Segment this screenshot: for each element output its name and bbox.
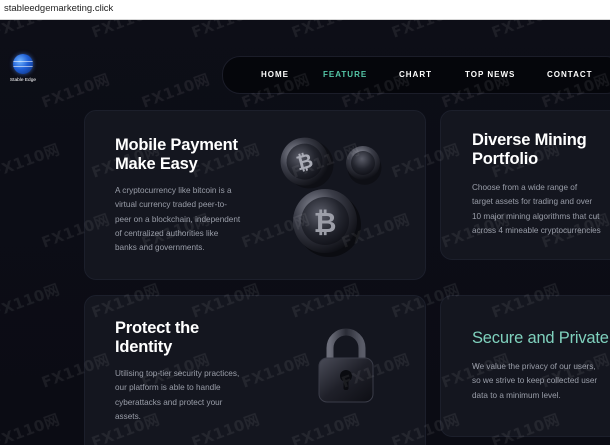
nav-item-feature[interactable]: FEATURE <box>323 70 367 79</box>
brand-logo[interactable]: Stable Edge <box>6 54 40 94</box>
watermark-text: FX110网 <box>0 410 63 445</box>
feature-description-line: across 4 mineable cryptocurrencies <box>472 225 601 235</box>
feature-title: Diverse Mining Portfolio <box>472 131 587 169</box>
feature-description-line: peer on a blockchain, independent <box>115 214 241 224</box>
globe-icon <box>13 54 33 74</box>
feature-description-line: A cryptocurrency like bitcoin is a <box>115 186 232 195</box>
feature-title: Protect the Identity <box>115 319 199 357</box>
nav-item-chart[interactable]: CHART <box>399 70 432 79</box>
feature-card-secure-private: Secure and Private We value the privacy … <box>440 295 610 437</box>
main-nav: HOME FEATURE CHART TOP NEWS CONTACT <box>222 56 610 94</box>
feature-description: A cryptocurrency like bitcoin is a virtu… <box>115 184 265 255</box>
feature-title-line: Secure and Private <box>472 329 609 347</box>
padlock-icon <box>318 328 374 403</box>
feature-description-line: data to a minimum level. <box>472 390 561 400</box>
watermark-text: FX110网 <box>139 70 213 112</box>
feature-card-mobile-payment: Mobile Payment Make Easy A cryptocurrenc… <box>84 110 426 280</box>
feature-description-line: Utilising top-tier security practices, <box>115 369 240 378</box>
feature-title-line: Make Easy <box>115 155 198 173</box>
feature-description-line: so we strive to keep collected user <box>472 376 598 386</box>
feature-description: Choose from a wide range of target asset… <box>472 181 610 238</box>
feature-title: Secure and Private <box>472 329 609 348</box>
address-bar[interactable]: stableedgemarketing.click <box>0 0 610 20</box>
feature-description-line: of centralized authorities like <box>115 228 219 238</box>
nav-item-contact[interactable]: CONTACT <box>547 70 593 79</box>
feature-description-line: 10 major mining algorithms that cut <box>472 211 600 221</box>
feature-description-line: Choose from a wide range of <box>472 183 578 192</box>
feature-title-line: Identity <box>115 338 173 356</box>
address-bar-url[interactable]: stableedgemarketing.click <box>4 3 113 14</box>
feature-description-line: target assets for trading and over <box>472 197 593 207</box>
feature-description-line: We value the privacy of our users, <box>472 362 596 371</box>
feature-description-line: our platform is able to handle <box>115 383 221 393</box>
feature-title: Mobile Payment Make Easy <box>115 136 238 174</box>
feature-description: Utilising top-tier security practices, o… <box>115 367 265 424</box>
feature-title-line: Protect the <box>115 319 199 337</box>
feature-title-line: Mobile Payment <box>115 136 238 154</box>
feature-description-line: banks and governments. <box>115 243 205 253</box>
watermark-text: FX110网 <box>39 70 113 112</box>
watermark-text: FX110网 <box>0 280 63 322</box>
page: stableedgemarketing.click Stable Edge HO… <box>0 0 610 445</box>
feature-card-diverse-mining: Diverse Mining Portfolio Choose from a w… <box>440 110 610 260</box>
feature-title-line: Portfolio <box>472 150 539 168</box>
brand-logo-text: Stable Edge <box>9 78 37 83</box>
feature-description-line: virtual currency traded peer-to- <box>115 200 227 210</box>
feature-description-line: assets. <box>115 411 141 421</box>
bitcoin-coins-icon: ₿ ₿ <box>280 137 382 257</box>
feature-card-protect-identity: Protect the Identity Utilising top-tier … <box>84 295 426 445</box>
feature-description-line: cyberattacks and protect your <box>115 397 223 407</box>
feature-title-line: Diverse Mining <box>472 131 587 149</box>
feature-description: We value the privacy of our users, so we… <box>472 360 610 403</box>
svg-text:₿: ₿ <box>314 206 337 239</box>
nav-item-top-news[interactable]: TOP NEWS <box>465 70 515 79</box>
watermark-text: FX110网 <box>0 140 63 182</box>
nav-item-home[interactable]: HOME <box>261 70 289 79</box>
